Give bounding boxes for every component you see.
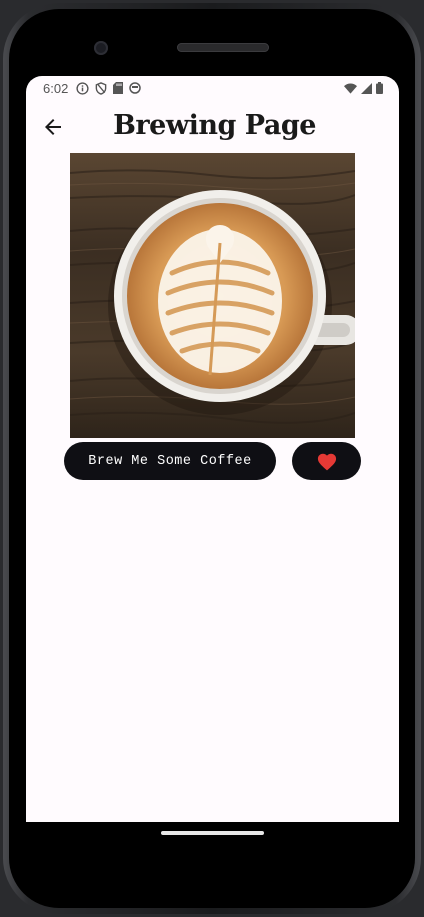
app-icon [129,82,142,94]
coffee-image [70,153,355,438]
status-icons-right [344,82,383,94]
status-icons-left [76,81,142,95]
sd-card-icon [113,82,124,94]
latte-art-illustration [70,153,355,438]
info-icon [76,81,89,95]
shield-icon [95,81,107,95]
battery-icon [376,82,383,94]
heart-icon [317,453,336,471]
home-gesture-handle[interactable] [161,831,264,835]
app-bar: Brewing Page [26,104,399,150]
status-bar: 6:02 [26,76,399,100]
signal-icon [361,82,372,94]
front-camera [94,41,108,55]
favorite-button[interactable] [292,442,361,480]
wifi-icon [344,83,357,94]
status-time: 6:02 [43,80,69,96]
page-title: Brewing Page [113,110,316,141]
app-screen: 6:02 Brewing Page Brew Me Some Coffee [26,76,399,822]
brew-coffee-button[interactable]: Brew Me Some Coffee [64,442,276,480]
earpiece-speaker [177,43,269,52]
